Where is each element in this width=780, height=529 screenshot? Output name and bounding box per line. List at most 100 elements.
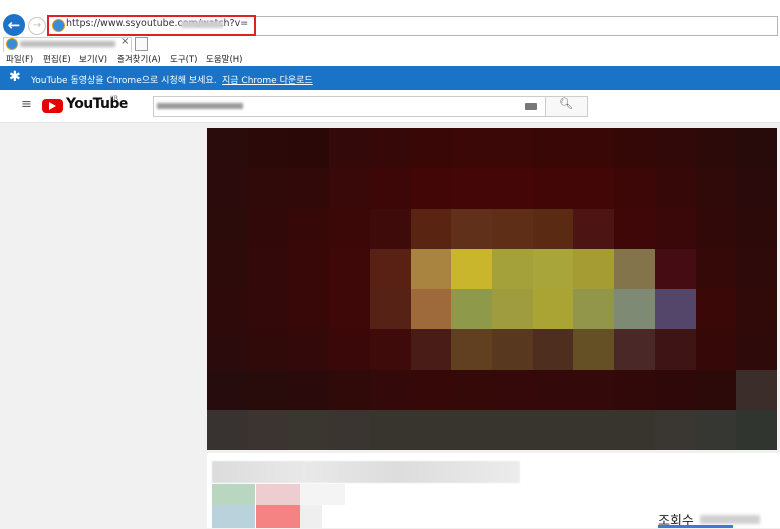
video-mosaic-cell xyxy=(573,409,615,450)
redacted-block xyxy=(212,505,255,528)
video-mosaic-cell xyxy=(410,329,452,370)
video-mosaic-cell xyxy=(329,208,370,249)
video-mosaic-cell xyxy=(329,409,370,450)
subscribe-button-redacted[interactable] xyxy=(256,505,300,528)
menu-favorites[interactable]: 즐겨찾기(A) xyxy=(117,53,161,65)
video-mosaic-cell xyxy=(654,409,696,450)
video-mosaic-cell xyxy=(532,289,574,330)
video-mosaic-cell xyxy=(736,248,777,289)
video-mosaic-cell xyxy=(614,289,655,330)
video-mosaic-cell xyxy=(695,168,737,209)
video-mosaic-cell xyxy=(207,369,248,410)
video-mosaic-cell xyxy=(207,329,248,370)
video-mosaic-cell xyxy=(410,168,452,209)
video-mosaic-cell xyxy=(247,168,289,209)
video-mosaic-cell xyxy=(736,329,777,370)
video-player[interactable] xyxy=(207,128,777,450)
video-mosaic-cell xyxy=(532,329,574,370)
ie-page-icon xyxy=(52,19,65,32)
search-query-redacted xyxy=(157,103,243,109)
video-mosaic-cell xyxy=(492,208,533,249)
video-mosaic-cell xyxy=(451,409,492,450)
video-mosaic-cell xyxy=(288,168,330,209)
tab-favicon-icon xyxy=(6,38,18,50)
hamburger-icon[interactable]: ≡ xyxy=(21,97,32,112)
video-mosaic-cell xyxy=(369,248,411,289)
keyboard-icon[interactable] xyxy=(525,103,537,110)
play-triangle-icon xyxy=(49,102,56,110)
menu-view[interactable]: 보기(V) xyxy=(79,53,107,65)
video-mosaic-cell xyxy=(614,248,655,289)
video-mosaic-cell xyxy=(532,128,574,169)
menu-help[interactable]: 도움말(H) xyxy=(206,53,242,65)
back-arrow-icon[interactable]: ← xyxy=(3,14,25,36)
video-mosaic-cell xyxy=(573,168,615,209)
video-mosaic-cell xyxy=(329,329,370,370)
video-mosaic-cell xyxy=(329,289,370,330)
video-mosaic-cell xyxy=(532,248,574,289)
video-mosaic-cell xyxy=(654,369,696,410)
forward-arrow-icon[interactable]: → xyxy=(28,17,46,35)
video-mosaic-cell xyxy=(614,128,655,169)
search-icon: 🔍︎ xyxy=(559,97,573,110)
video-mosaic-cell xyxy=(369,369,411,410)
video-mosaic-cell xyxy=(573,128,615,169)
video-mosaic-cell xyxy=(451,208,492,249)
video-mosaic-cell xyxy=(288,289,330,330)
video-mosaic-cell xyxy=(410,128,452,169)
video-mosaic-cell xyxy=(695,289,737,330)
video-mosaic-cell xyxy=(451,168,492,209)
video-mosaic-cell xyxy=(288,208,330,249)
channel-thumb-redacted xyxy=(212,484,255,505)
video-mosaic-cell xyxy=(247,329,289,370)
video-mosaic-cell xyxy=(329,248,370,289)
video-mosaic-cell xyxy=(614,208,655,249)
video-title-redacted xyxy=(212,461,520,483)
video-mosaic-cell xyxy=(207,208,248,249)
video-mosaic-cell xyxy=(654,168,696,209)
video-mosaic-cell xyxy=(492,329,533,370)
download-chrome-link[interactable]: 지금 Chrome 다운로드 xyxy=(222,73,313,86)
video-mosaic-cell xyxy=(654,248,696,289)
video-mosaic-cell xyxy=(410,289,452,330)
video-mosaic-cell xyxy=(410,369,452,410)
video-mosaic-cell xyxy=(369,289,411,330)
video-mosaic-cell xyxy=(736,289,777,330)
video-mosaic-cell xyxy=(695,369,737,410)
youtube-wordmark[interactable]: YouTube xyxy=(66,96,128,112)
video-mosaic-cell xyxy=(369,329,411,370)
promo-text: YouTube 동영상을 Chrome으로 시청해 보세요. xyxy=(31,76,217,86)
video-mosaic-cell xyxy=(288,128,330,169)
video-mosaic-cell xyxy=(614,409,655,450)
video-mosaic-cell xyxy=(736,369,777,410)
video-mosaic-cell xyxy=(247,128,289,169)
menu-tools[interactable]: 도구(T) xyxy=(170,53,197,65)
video-mosaic-cell xyxy=(369,208,411,249)
video-mosaic-cell xyxy=(288,369,330,410)
video-mosaic-cell xyxy=(451,289,492,330)
video-mosaic-cell xyxy=(247,409,289,450)
video-mosaic-cell xyxy=(369,128,411,169)
video-mosaic-cell xyxy=(532,208,574,249)
video-mosaic-cell xyxy=(695,409,737,450)
video-mosaic-cell xyxy=(695,248,737,289)
tab-title-redacted xyxy=(20,41,115,47)
video-mosaic-cell xyxy=(573,248,615,289)
video-mosaic-cell xyxy=(410,409,452,450)
video-mosaic-cell xyxy=(492,289,533,330)
video-mosaic-cell xyxy=(329,168,370,209)
menu-file[interactable]: 파일(F) xyxy=(6,53,33,65)
video-mosaic-cell xyxy=(492,369,533,410)
video-mosaic-cell xyxy=(736,168,777,209)
menu-edit[interactable]: 편집(E) xyxy=(43,53,71,65)
video-mosaic-cell xyxy=(288,409,330,450)
video-mosaic-cell xyxy=(654,329,696,370)
video-mosaic-cell xyxy=(573,329,615,370)
video-mosaic-cell xyxy=(532,168,574,209)
video-mosaic-cell xyxy=(207,128,248,169)
tab-close-icon[interactable]: × xyxy=(121,36,129,47)
video-mosaic-cell xyxy=(451,128,492,169)
video-mosaic-cell xyxy=(451,248,492,289)
new-tab-button[interactable] xyxy=(135,37,148,51)
address-url-redacted xyxy=(181,21,223,28)
